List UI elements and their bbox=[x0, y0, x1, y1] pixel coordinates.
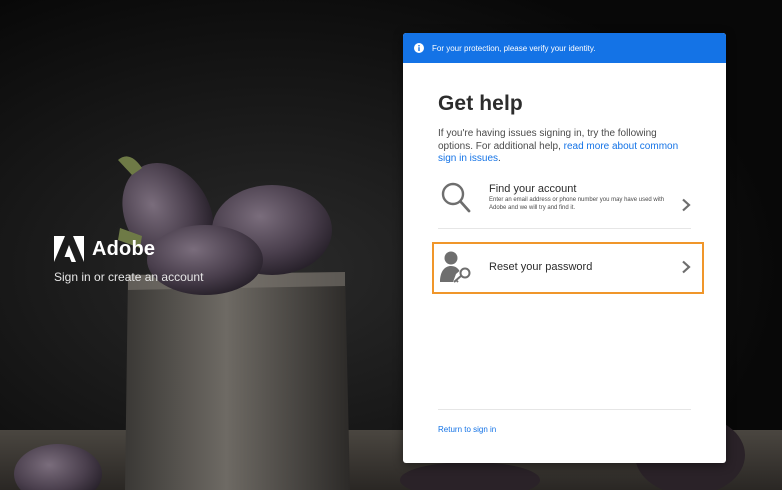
brand-tagline: Sign in or create an account bbox=[54, 270, 204, 284]
chevron-right-icon bbox=[682, 260, 691, 274]
reset-password-title: Reset your password bbox=[489, 261, 593, 273]
card-footer: Return to sign in bbox=[438, 409, 691, 437]
person-key-icon bbox=[440, 251, 471, 283]
brand-name: Adobe bbox=[92, 237, 156, 260]
reset-password-option[interactable]: Reset your password bbox=[438, 247, 691, 287]
get-help-card: For your protection, please verify your … bbox=[403, 33, 726, 463]
verification-banner: For your protection, please verify your … bbox=[403, 33, 726, 63]
find-account-description: Enter an email address or phone number y… bbox=[489, 197, 665, 211]
find-account-title: Find your account bbox=[489, 183, 577, 195]
sign-in-page: Adobe Sign in or create an account For y… bbox=[0, 0, 782, 490]
find-account-option[interactable]: Find your account Enter an email address… bbox=[438, 178, 691, 229]
intro-end: . bbox=[498, 153, 501, 164]
adobe-logo-icon bbox=[54, 236, 84, 262]
chevron-right-icon bbox=[682, 198, 691, 211]
page-title: Get help bbox=[438, 92, 523, 115]
intro-text: If you're having issues signing in, try … bbox=[438, 128, 691, 166]
info-icon bbox=[414, 43, 424, 53]
brand-block: Adobe Sign in or create an account bbox=[54, 236, 203, 284]
magnifier-icon bbox=[441, 182, 471, 212]
return-to-sign-in-link[interactable]: Return to sign in bbox=[438, 425, 496, 434]
banner-text: For your protection, please verify your … bbox=[432, 43, 596, 53]
